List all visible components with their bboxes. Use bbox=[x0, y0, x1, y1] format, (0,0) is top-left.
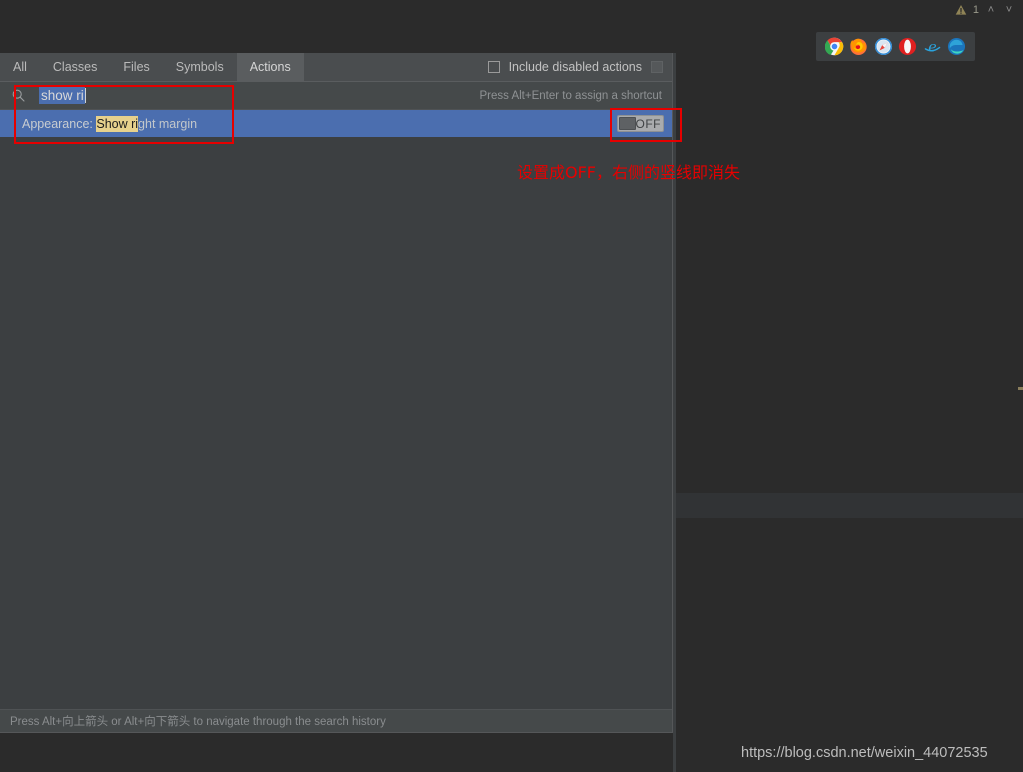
opera-icon[interactable] bbox=[898, 37, 917, 56]
result-suffix: ght margin bbox=[138, 116, 198, 131]
chevron-down-icon[interactable]: ˅ bbox=[1003, 4, 1015, 16]
safari-icon[interactable] bbox=[874, 37, 893, 56]
tab-all[interactable]: All bbox=[0, 53, 40, 81]
editor-lower-area bbox=[676, 518, 1023, 772]
search-history-hint: Press Alt+向上箭头 or Alt+向下箭头 to navigate t… bbox=[10, 716, 386, 728]
search-input[interactable]: show ri bbox=[39, 87, 85, 104]
status-cluster: 1 ˄ ˅ bbox=[955, 2, 1015, 18]
include-disabled-actions-checkbox[interactable] bbox=[487, 61, 500, 73]
tab-symbols[interactable]: Symbols bbox=[163, 53, 237, 81]
search-input-row[interactable]: show ri Press Alt+Enter to assign a shor… bbox=[0, 82, 672, 110]
toggle-knob bbox=[619, 117, 636, 130]
edge-icon[interactable] bbox=[947, 37, 966, 56]
text-caret bbox=[84, 88, 86, 103]
filter-icon[interactable] bbox=[651, 61, 663, 73]
search-tab-bar: All Classes Files Symbols Actions Includ… bbox=[0, 53, 672, 82]
browser-launcher-bar: e bbox=[816, 32, 975, 61]
result-match: Show ri bbox=[96, 115, 139, 132]
watermark-url: https://blog.csdn.net/weixin_44072535 bbox=[741, 745, 988, 761]
editor-scrollbar-marker bbox=[1018, 387, 1023, 390]
result-prefix: Appearance: bbox=[22, 116, 97, 131]
warning-triangle-icon bbox=[955, 4, 967, 16]
tab-actions[interactable]: Actions bbox=[236, 53, 304, 81]
screen-root: 1 ˄ ˅ e All Classes Files Symbols Action… bbox=[0, 0, 1023, 772]
internet-explorer-icon[interactable]: e bbox=[923, 37, 942, 56]
include-disabled-actions-label[interactable]: Include disabled actions bbox=[509, 60, 642, 74]
search-everywhere-popup: All Classes Files Symbols Actions Includ… bbox=[0, 53, 673, 733]
search-history-hint-bar: Press Alt+向上箭头 or Alt+向下箭头 to navigate t… bbox=[0, 709, 672, 732]
tab-bar-options: Include disabled actions bbox=[487, 53, 672, 81]
editor-area bbox=[676, 53, 1023, 493]
popup-right-edge-divider bbox=[673, 53, 676, 772]
show-right-margin-toggle[interactable]: OFF bbox=[617, 115, 664, 132]
list-item[interactable]: Appearance: Show right margin OFF bbox=[0, 110, 672, 137]
warning-count: 1 bbox=[972, 4, 979, 16]
result-label: Appearance: Show right margin bbox=[22, 115, 198, 132]
editor-secondary-strip bbox=[676, 493, 1023, 518]
toggle-state-label: OFF bbox=[635, 116, 661, 131]
chevron-up-icon[interactable]: ˄ bbox=[985, 4, 997, 16]
assign-shortcut-hint: Press Alt+Enter to assign a shortcut bbox=[479, 89, 663, 102]
firefox-icon[interactable] bbox=[849, 37, 868, 56]
chrome-icon[interactable] bbox=[824, 37, 844, 56]
search-results-list: Appearance: Show right margin OFF bbox=[0, 110, 672, 709]
svg-text:e: e bbox=[928, 40, 936, 56]
tab-files[interactable]: Files bbox=[110, 53, 162, 81]
tab-classes[interactable]: Classes bbox=[40, 53, 110, 81]
search-icon bbox=[12, 89, 25, 102]
